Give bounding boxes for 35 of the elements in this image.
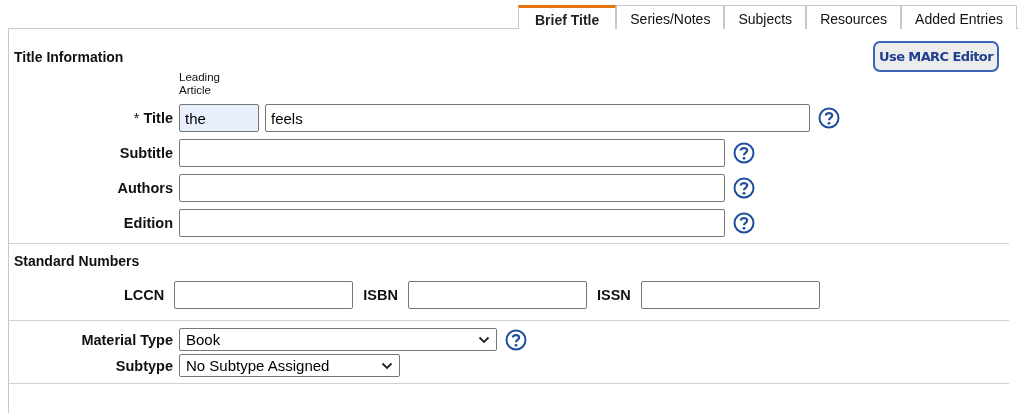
chevron-down-icon [381, 361, 393, 370]
field-label: * Title [132, 110, 173, 126]
title-field[interactable]: feels [265, 104, 810, 132]
text-field[interactable] [179, 139, 725, 167]
dropdown[interactable]: No Subtype Assigned [179, 354, 400, 377]
field-label: Subtitle [118, 145, 173, 161]
text-field[interactable] [179, 209, 725, 237]
chevron-down-icon [478, 335, 490, 344]
field-label: Edition [122, 215, 173, 231]
leading-article-field[interactable]: the [179, 104, 259, 132]
help-icon[interactable] [733, 177, 755, 199]
tab[interactable]: Brief Title [517, 5, 617, 29]
tab[interactable]: Series/Notes [616, 5, 725, 29]
marc-editor-button[interactable]: Use MARC Editor [873, 41, 999, 72]
field-label: Authors [116, 180, 173, 196]
field-label: LCCN [124, 287, 165, 303]
dropdown[interactable]: Book [179, 328, 497, 351]
tab[interactable]: Subjects [724, 5, 807, 29]
field-label: ISBN [363, 287, 398, 303]
leading-article-caption: Leading Article [179, 71, 221, 97]
help-icon[interactable] [733, 142, 755, 164]
help-icon[interactable] [818, 107, 840, 129]
section-heading: Standard Numbers [14, 253, 140, 269]
text-field[interactable] [640, 281, 820, 309]
text-field[interactable] [174, 281, 354, 309]
field-label: Material Type [80, 331, 173, 348]
help-icon[interactable] [505, 328, 527, 351]
text-field[interactable] [407, 281, 587, 309]
section-heading: Title Information [14, 49, 124, 65]
field-label: ISSN [596, 287, 631, 303]
help-icon[interactable] [733, 212, 755, 234]
tab[interactable]: Resources [806, 5, 902, 29]
field-label: Subtype [114, 357, 173, 374]
tab[interactable]: Added Entries [901, 5, 1017, 29]
text-field[interactable] [179, 174, 725, 202]
